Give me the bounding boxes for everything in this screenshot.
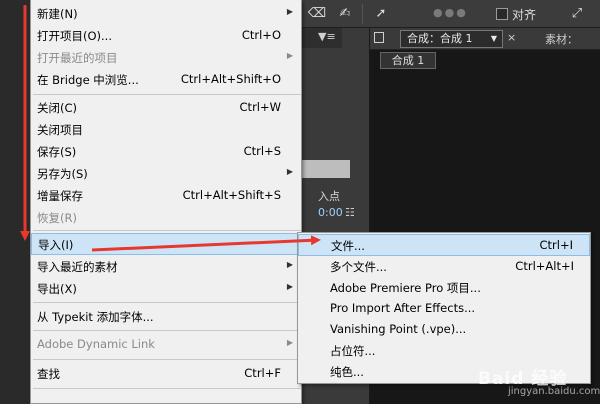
menu-item-label: 增量保存 bbox=[37, 189, 83, 203]
menu-item-save[interactable]: 保存(S) Ctrl+S bbox=[31, 141, 301, 163]
submenu-item-placeholder[interactable]: 占位符... bbox=[298, 340, 590, 362]
submenu-item-multiple-files[interactable]: 多个文件... Ctrl+Alt+I bbox=[298, 256, 590, 278]
menu-item-shortcut: Ctrl+Alt+Shift+S bbox=[182, 188, 281, 202]
eraser-tool-icon[interactable]: ⌫ bbox=[306, 4, 328, 24]
menu-item-save-as[interactable]: 另存为(S) ▶ bbox=[31, 163, 301, 185]
menu-item-shortcut: Ctrl+O bbox=[241, 28, 281, 42]
menu-item-label: 从 Typekit 添加字体... bbox=[37, 310, 154, 324]
composition-breadcrumb[interactable]: 合成 1 bbox=[380, 52, 436, 69]
menu-item-shortcut: Ctrl+Alt+Shift+O bbox=[180, 72, 281, 86]
toolbar-divider bbox=[362, 4, 363, 24]
menu-item-label: 文件... bbox=[331, 239, 365, 253]
menu-item-label: Adobe Dynamic Link bbox=[37, 337, 155, 351]
submenu-arrow-icon: ▶ bbox=[286, 51, 293, 60]
menu-item-shortcut: Ctrl+S bbox=[243, 144, 281, 158]
menu-item-label: 导入(I) bbox=[38, 238, 74, 252]
menu-item-label: 导入最近的素材 bbox=[37, 260, 118, 274]
menu-item-label: 保存(S) bbox=[37, 145, 77, 159]
puppet-tool-icon[interactable]: ✍ bbox=[334, 4, 356, 24]
submenu-item-vanishing-point[interactable]: Vanishing Point (.vpe)... bbox=[298, 319, 590, 341]
menu-item-label: 纯色... bbox=[330, 365, 364, 379]
menu-item-import[interactable]: 导入(I) bbox=[31, 233, 301, 255]
menu-item-import-recent[interactable]: 导入最近的素材 ▶ bbox=[31, 256, 301, 278]
submenu-arrow-icon: ▶ bbox=[286, 260, 293, 269]
menu-item-shortcut: Ctrl+I bbox=[539, 238, 574, 252]
menu-item-label: 关闭项目 bbox=[37, 123, 83, 137]
project-search-field[interactable] bbox=[300, 160, 350, 178]
submenu-arrow-icon: ▶ bbox=[286, 167, 293, 176]
submenu-item-pro-import[interactable]: Pro Import After Effects... bbox=[298, 298, 590, 320]
menu-item-increment-save[interactable]: 增量保存 Ctrl+Alt+Shift+S bbox=[31, 185, 301, 207]
timecode[interactable]: 0:00 bbox=[318, 206, 343, 219]
pin-tool-icon[interactable]: ➚ bbox=[370, 4, 392, 24]
menu-item-label: 在 Bridge 中浏览... bbox=[37, 73, 139, 87]
menu-item-revert[interactable]: 恢复(R) bbox=[31, 207, 301, 229]
menu-item-label: 导出(X) bbox=[37, 282, 77, 296]
submenu-item-premiere-project[interactable]: Adobe Premiere Pro 项目... bbox=[298, 277, 590, 299]
lock-icon[interactable] bbox=[374, 32, 384, 43]
menu-item-close-project[interactable]: 关闭项目 bbox=[31, 119, 301, 141]
menu-item-dynamic-link[interactable]: Adobe Dynamic Link ▶ bbox=[31, 334, 301, 356]
menu-item-open-project[interactable]: 打开项目(O)... Ctrl+O bbox=[31, 25, 301, 47]
menu-item-find[interactable]: 查找 Ctrl+F bbox=[31, 363, 301, 385]
menu-separator bbox=[33, 230, 301, 231]
in-point-label: 入点 bbox=[318, 190, 340, 203]
file-menu: 新建(N) ▶ 打开项目(O)... Ctrl+O 打开最近的项目 ▶ 在 Br… bbox=[30, 0, 302, 404]
menu-separator bbox=[33, 94, 301, 95]
menu-item-typekit[interactable]: 从 Typekit 添加字体... bbox=[31, 306, 301, 328]
align-label: 对齐 bbox=[512, 8, 537, 22]
menu-item-shortcut: Ctrl+Alt+I bbox=[515, 259, 574, 273]
chevron-down-icon[interactable]: ▼ bbox=[491, 31, 497, 47]
menu-item-shortcut: Ctrl+F bbox=[244, 366, 281, 380]
menu-item-new[interactable]: 新建(N) ▶ bbox=[31, 3, 301, 25]
menu-item-browse-bridge[interactable]: 在 Bridge 中浏览... Ctrl+Alt+Shift+O bbox=[31, 69, 301, 91]
menu-item-label: Adobe Premiere Pro 项目... bbox=[330, 281, 481, 295]
submenu-arrow-icon: ▶ bbox=[286, 282, 293, 291]
menu-item-label: 打开最近的项目 bbox=[37, 51, 118, 65]
menu-separator bbox=[33, 330, 301, 331]
watermark-url: jingyan.baidu.com bbox=[508, 386, 600, 397]
submenu-arrow-icon: ▶ bbox=[286, 338, 293, 347]
menu-item-label: 恢复(R) bbox=[37, 211, 77, 225]
menu-item-label: 占位符... bbox=[330, 344, 376, 358]
panel-menu-icon[interactable]: ▼≡ bbox=[318, 30, 336, 43]
tab-footage[interactable]: 素材： bbox=[545, 31, 578, 47]
menu-item-shortcut: Ctrl+W bbox=[239, 100, 281, 114]
submenu-item-file[interactable]: 文件... Ctrl+I bbox=[298, 234, 590, 256]
menu-separator bbox=[33, 388, 301, 389]
menu-item-label: 另存为(S) bbox=[37, 167, 88, 181]
menu-item-label: 多个文件... bbox=[330, 260, 387, 274]
align-checkbox[interactable] bbox=[496, 8, 508, 20]
menu-item-label: 关闭(C) bbox=[37, 101, 78, 115]
tab-composition[interactable]: 合成：合成 1 ▼ bbox=[400, 30, 503, 48]
menu-item-label: Vanishing Point (.vpe)... bbox=[330, 322, 467, 336]
menu-item-label: 新建(N) bbox=[37, 7, 78, 21]
menu-separator bbox=[33, 359, 301, 360]
menu-item-export[interactable]: 导出(X) ▶ bbox=[31, 278, 301, 300]
menu-item-label: 查找 bbox=[37, 367, 60, 381]
close-icon[interactable]: × bbox=[507, 31, 516, 44]
network-icon: ☷ bbox=[345, 206, 355, 219]
menu-separator bbox=[33, 302, 301, 303]
menu-item-open-recent[interactable]: 打开最近的项目 ▶ bbox=[31, 47, 301, 69]
submenu-arrow-icon: ▶ bbox=[286, 7, 293, 16]
axis-mode-icon[interactable]: ●●● bbox=[433, 6, 468, 19]
menu-item-close[interactable]: 关闭(C) Ctrl+W bbox=[31, 97, 301, 119]
menu-item-label: 打开项目(O)... bbox=[37, 29, 112, 43]
menu-item-label: Pro Import After Effects... bbox=[330, 301, 476, 315]
expand-toolbar-icon[interactable]: ⤢ bbox=[566, 4, 588, 24]
composition-tab-label: 合成：合成 1 bbox=[407, 32, 473, 45]
